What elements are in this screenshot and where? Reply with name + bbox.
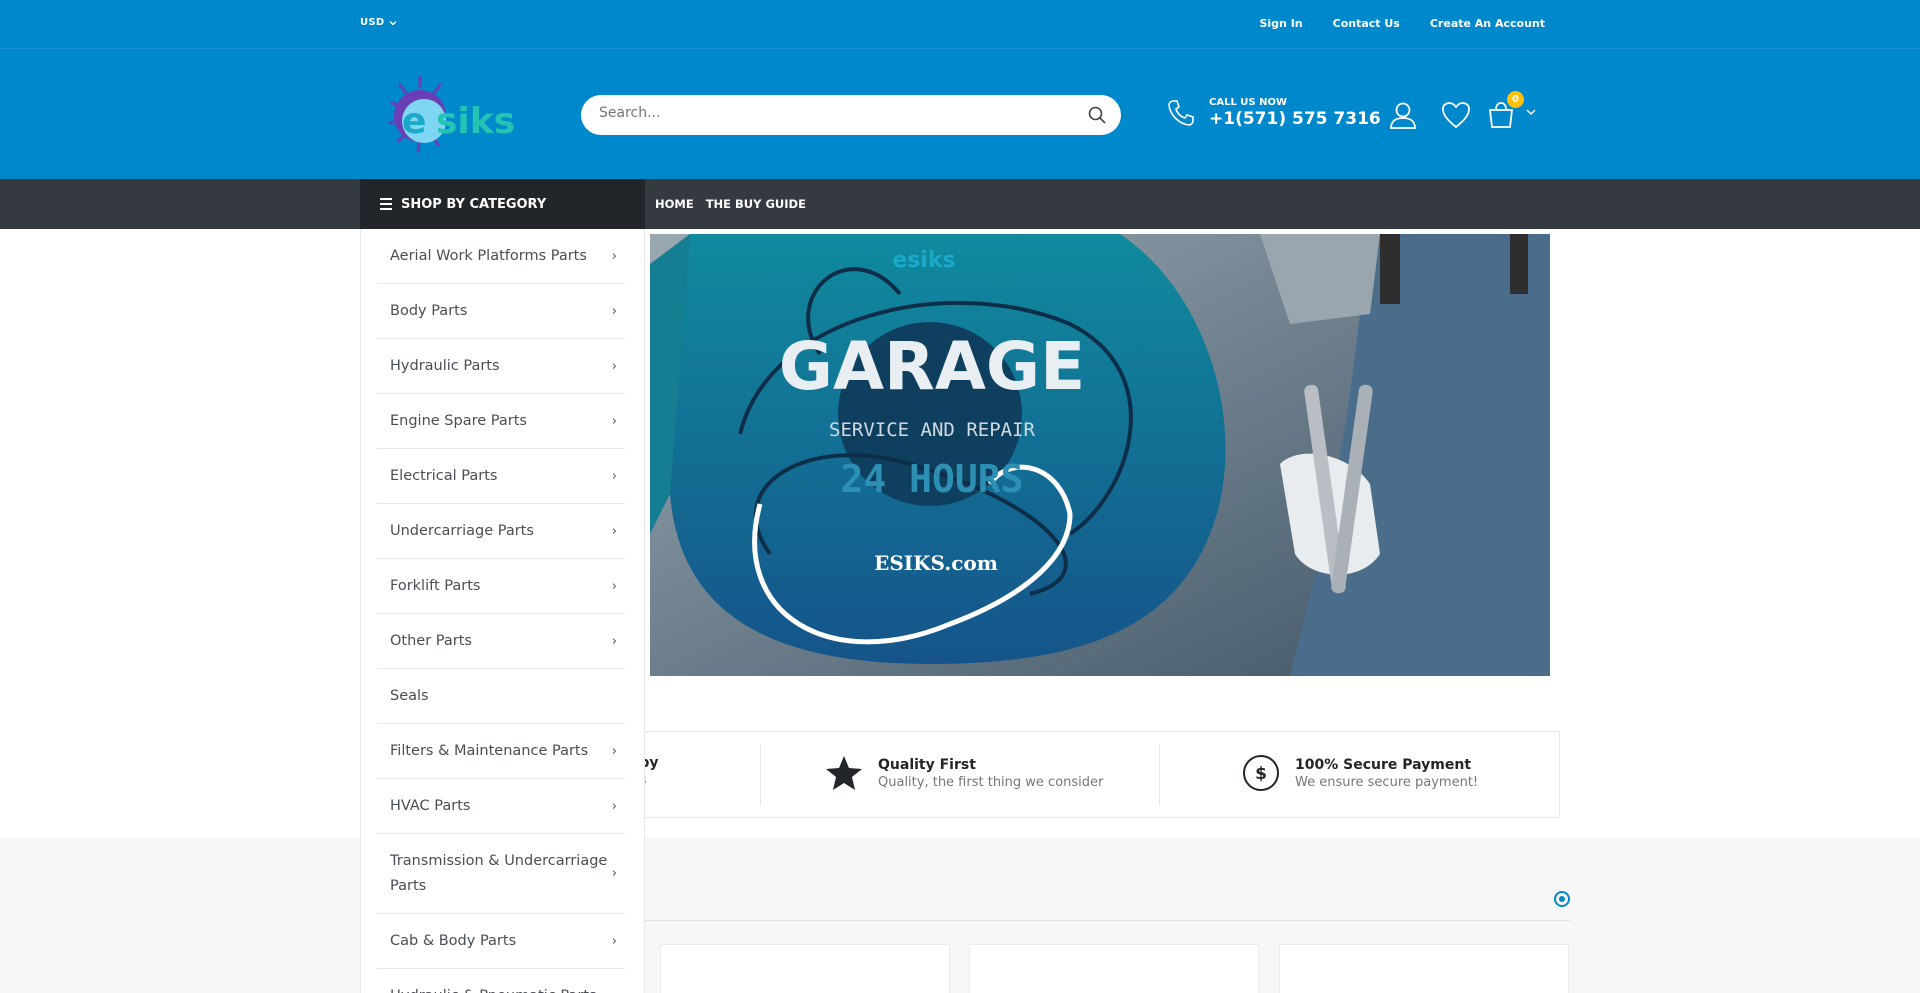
user-icon[interactable] (1387, 99, 1419, 131)
category-item[interactable]: HVAC Parts › (377, 779, 625, 834)
features-box: e by ess Quality First Quality, the firs… (612, 731, 1560, 818)
feature-payment: $ 100% Secure Payment We ensure secure p… (1242, 754, 1478, 792)
chevron-right-icon: › (611, 413, 617, 429)
create-account-link[interactable]: Create An Account (1430, 17, 1545, 30)
chevron-right-icon: › (611, 578, 617, 594)
category-label: Electrical Parts (390, 467, 498, 484)
hero-banner[interactable]: esiks GARAGE SERVICE AND REPAIR 24 HOURS… (650, 234, 1550, 676)
carousel-dot[interactable] (1554, 891, 1570, 907)
main-nav: SHOP BY CATEGORY HOME THE BUY GUIDE (0, 179, 1920, 229)
banner-hours: 24 HOURS (840, 457, 1023, 501)
category-item[interactable]: Electrical Parts › (377, 449, 625, 504)
chevron-right-icon: › (611, 933, 617, 949)
category-item[interactable]: Filters & Maintenance Parts › (377, 724, 625, 779)
search-input[interactable] (599, 105, 1069, 121)
category-label: Filters & Maintenance Parts (390, 742, 589, 759)
chevron-right-icon: › (611, 523, 617, 539)
dollar-circle-icon: $ (1243, 755, 1279, 791)
category-label: HVAC Parts (390, 797, 471, 814)
category-label: Seals (390, 687, 429, 704)
product-card[interactable] (969, 944, 1259, 993)
phone-number[interactable]: +1(571) 575 7316 (1209, 109, 1381, 129)
svg-text:$: $ (1255, 764, 1267, 784)
category-label: Other Parts (390, 632, 472, 649)
contact-us-link[interactable]: Contact Us (1333, 17, 1400, 30)
nav-home[interactable]: HOME (655, 197, 694, 211)
chevron-right-icon: › (611, 743, 617, 759)
category-item[interactable]: Transmission & Undercarriage Parts › (377, 834, 625, 914)
feature-quality: Quality First Quality, the first thing w… (825, 754, 1103, 792)
products-section (0, 838, 1920, 993)
category-item[interactable]: Undercarriage Parts › (377, 504, 625, 559)
chevron-right-icon: › (611, 468, 617, 484)
category-item[interactable]: Body Parts › (377, 284, 625, 339)
chevron-right-icon: › (611, 798, 617, 814)
top-bar: USD Sign In Contact Us Create An Account (0, 0, 1920, 48)
product-card[interactable] (660, 944, 950, 993)
search-icon[interactable] (1087, 105, 1107, 125)
category-menu: Aerial Work Platforms Parts › Body Parts › H… (360, 229, 645, 993)
chevron-right-icon: › (611, 303, 617, 319)
chevron-down-icon[interactable] (1526, 107, 1536, 117)
chevron-right-icon: › (611, 866, 617, 881)
search-bar (581, 95, 1121, 135)
divider (1159, 744, 1160, 806)
divider (760, 744, 761, 806)
shop-by-category-button[interactable]: SHOP BY CATEGORY (360, 179, 645, 229)
chevron-right-icon: › (612, 989, 617, 993)
nav-buy-guide[interactable]: THE BUY GUIDE (706, 197, 806, 211)
category-label: Aerial Work Platforms Parts (390, 247, 587, 264)
category-item[interactable]: Seals (377, 669, 625, 724)
star-icon (826, 756, 862, 790)
site-logo[interactable]: e siks (374, 71, 534, 157)
header: e siks CALL US NOW +1(571) 575 7316 0 (0, 48, 1920, 179)
category-label: Transmission & Undercarriage Parts (390, 852, 608, 894)
product-card[interactable] (1279, 944, 1569, 993)
shop-by-category-label: SHOP BY CATEGORY (401, 196, 547, 212)
chevron-down-icon (389, 20, 396, 25)
heart-icon[interactable] (1440, 99, 1472, 131)
currency-selector[interactable]: USD (360, 17, 397, 28)
sign-in-link[interactable]: Sign In (1259, 17, 1302, 30)
banner-subtitle: SERVICE AND REPAIR (829, 419, 1035, 441)
top-links: Sign In Contact Us Create An Account (1259, 17, 1545, 30)
category-label: Undercarriage Parts (390, 522, 534, 539)
currency-label: USD (360, 17, 385, 28)
category-item[interactable]: Cab & Body Parts › (377, 914, 625, 969)
category-item[interactable]: Engine Spare Parts › (377, 394, 625, 449)
chevron-right-icon: › (611, 358, 617, 374)
category-label: Cab & Body Parts (390, 932, 517, 949)
category-label: Hydraulic & Pneumatic Parts (390, 984, 597, 993)
category-item[interactable]: Hydraulic & Pneumatic Parts › (377, 969, 625, 993)
feature-quality-sub: Quality, the first thing we consider (878, 774, 1104, 790)
section-divider (645, 920, 1570, 921)
svg-text:e: e (402, 101, 426, 142)
category-label: Engine Spare Parts (390, 412, 527, 429)
banner-title: GARAGE (779, 328, 1085, 405)
chevron-right-icon: › (611, 248, 617, 264)
cart-count-badge: 0 (1507, 91, 1524, 108)
chevron-right-icon: › (611, 633, 617, 649)
banner-brand: esiks (892, 248, 955, 273)
category-item[interactable]: Hydraulic Parts › (377, 339, 625, 394)
category-item[interactable]: Other Parts › (377, 614, 625, 669)
category-label: Hydraulic Parts (390, 357, 500, 374)
call-us-label: CALL US NOW (1209, 97, 1288, 108)
category-item[interactable]: Forklift Parts › (377, 559, 625, 614)
category-item[interactable]: Aerial Work Platforms Parts › (377, 229, 625, 284)
phone-icon (1168, 100, 1194, 126)
category-label: Forklift Parts (390, 577, 481, 594)
category-label: Body Parts (390, 302, 468, 319)
feature-payment-title: 100% Secure Payment (1295, 756, 1472, 773)
feature-payment-sub: We ensure secure payment! (1295, 774, 1479, 790)
garage-banner-image: esiks GARAGE SERVICE AND REPAIR 24 HOURS… (650, 234, 1550, 676)
call-us: CALL US NOW +1(571) 575 7316 (1165, 97, 1381, 129)
svg-text:siks: siks (436, 101, 515, 142)
menu-icon (380, 198, 392, 210)
banner-site: ESIKS.com (874, 551, 998, 575)
feature-quality-title: Quality First (878, 756, 976, 773)
